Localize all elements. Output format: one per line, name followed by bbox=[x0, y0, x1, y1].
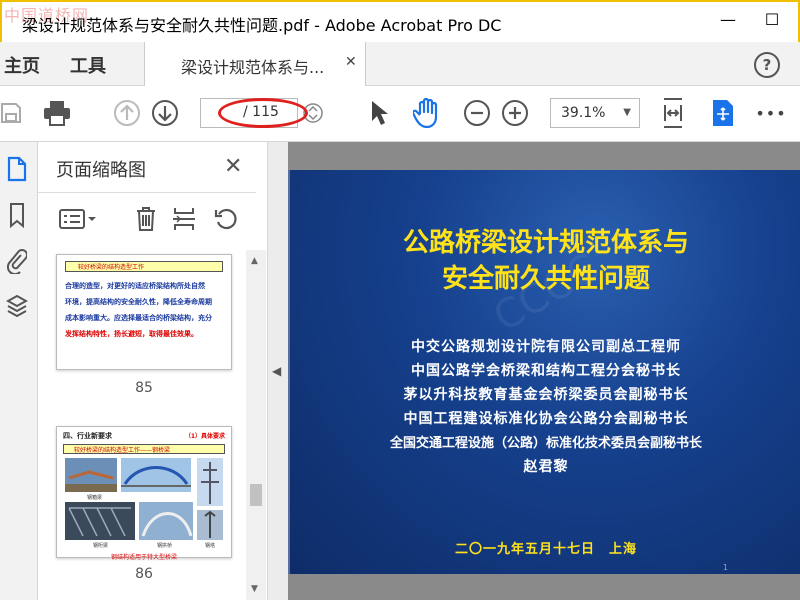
zoom-level-select[interactable]: 39.1% ▼ bbox=[550, 98, 640, 128]
thumbnail-options-icon[interactable] bbox=[56, 204, 100, 234]
bookmark-icon[interactable] bbox=[4, 200, 30, 230]
tab-document[interactable]: 梁设计规范体系与... ✕ bbox=[144, 42, 366, 86]
thumb-caption: 钢拱桥 bbox=[157, 543, 173, 549]
hand-tool-icon[interactable] bbox=[410, 96, 444, 130]
panel-divider bbox=[38, 192, 256, 193]
thumb-photo-grid: 钢箱梁 钢桁梁 钢拱桥 钢塔 bbox=[63, 458, 225, 550]
collapse-arrow-icon: ◀ bbox=[272, 364, 282, 378]
scroll-down-icon[interactable]: ▼ bbox=[251, 584, 258, 594]
slide-title-line-2: 安全耐久共性问题 bbox=[441, 264, 650, 294]
thumb-caption: 钢箱梁 bbox=[87, 495, 103, 501]
zoom-in-icon[interactable] bbox=[498, 96, 532, 130]
tab-close-icon[interactable]: ✕ bbox=[345, 54, 357, 70]
chevron-down-icon: ▼ bbox=[623, 107, 631, 118]
slide-author: 赵君黎 bbox=[523, 459, 569, 475]
next-page-icon[interactable] bbox=[148, 96, 182, 130]
more-tools-icon[interactable]: ••• bbox=[754, 96, 788, 130]
save-icon[interactable] bbox=[0, 96, 28, 130]
thumb-line-highlight: 发挥结构特性，扬长避短，取得最佳效果。 bbox=[65, 330, 198, 338]
thumbnail-page-number: 85 bbox=[135, 380, 153, 396]
thumb-line: 成本影响重大。应选择最适合的桥梁结构，充分 bbox=[65, 314, 212, 322]
document-view[interactable]: CCCC 公路桥梁设计规范体系与 安全耐久共性问题 中交公路规划设计院有限公司副… bbox=[288, 142, 800, 600]
thumb-footer: 钢结构适用于特大型桥梁 bbox=[110, 554, 177, 561]
select-cursor-icon[interactable] bbox=[362, 96, 396, 130]
thumbnail-page-number: 86 bbox=[135, 566, 153, 582]
panel-collapse-handle[interactable]: ◀ bbox=[268, 142, 288, 600]
menu-tools[interactable]: 工具 bbox=[70, 52, 106, 78]
slide-title-line-1: 公路桥梁设计规范体系与 bbox=[402, 228, 689, 258]
fit-page-icon[interactable] bbox=[656, 96, 690, 130]
thumb-caption: 钢桁梁 bbox=[93, 543, 109, 549]
slide-date: 二〇一九年五月十七日 上海 bbox=[454, 542, 637, 557]
slide-page-number: 1 bbox=[722, 563, 728, 572]
help-icon[interactable]: ? bbox=[754, 52, 780, 78]
attachment-icon[interactable] bbox=[4, 246, 30, 276]
zoom-level-value: 39.1% bbox=[561, 105, 606, 121]
bridge-photos-image bbox=[65, 458, 223, 540]
tab-document-label: 梁设计规范体系与... bbox=[181, 58, 325, 77]
previous-page-icon[interactable] bbox=[110, 96, 144, 130]
page-thumbnails-icon[interactable] bbox=[4, 154, 30, 184]
thumb-header: 较好桥梁的结构造型工作 bbox=[65, 261, 223, 272]
thumbnail-page-86[interactable]: 四、行业新要求 （1）具体要求 较好桥梁的结构造型工作——钢桥梁 钢箱梁 钢桁梁… bbox=[56, 426, 232, 561]
panel-close-icon[interactable]: ✕ bbox=[224, 154, 242, 179]
title-bar: 中国道桥网 梁设计规范体系与安全耐久共性问题.pdf - Adobe Acrob… bbox=[0, 0, 800, 42]
scan-enhance-icon[interactable] bbox=[706, 96, 740, 130]
menu-home[interactable]: 主页 bbox=[4, 52, 40, 78]
extract-page-icon[interactable] bbox=[170, 204, 198, 234]
slide-affiliation-line: 全国交通工程设施（公路）标准化技术委员会副秘书长 bbox=[389, 436, 702, 451]
thumb-header: 较好桥梁的结构造型工作——钢桥梁 bbox=[63, 444, 225, 454]
scroll-up-icon[interactable]: ▲ bbox=[251, 256, 258, 266]
thumb-caption: 钢塔 bbox=[205, 543, 216, 549]
thumb-line: 合理的造型，对更好的适应桥梁结构所处自然 bbox=[65, 282, 205, 290]
menu-tab-row: 主页 工具 梁设计规范体系与... ✕ ? bbox=[0, 42, 800, 86]
thumbnail-page-85[interactable]: 较好桥梁的结构造型工作 合理的造型，对更好的适应桥梁结构所处自然 环境，提高结构… bbox=[56, 254, 232, 370]
scrollbar-thumb[interactable] bbox=[250, 484, 262, 506]
minimize-button[interactable]: — bbox=[714, 10, 742, 34]
left-navigation-rail bbox=[0, 142, 38, 600]
slide-affiliation-line: 茅以升科技教育基金会桥梁委员会副秘书长 bbox=[403, 387, 689, 403]
print-icon[interactable] bbox=[40, 96, 74, 130]
maximize-button[interactable]: ☐ bbox=[758, 10, 786, 34]
annotation-ellipse bbox=[218, 98, 308, 128]
panel-title: 页面缩略图 bbox=[56, 160, 146, 181]
window-title: 梁设计规范体系与安全耐久共性问题.pdf - Adobe Acrobat Pro… bbox=[22, 16, 502, 35]
slide-affiliation-line: 中国公路学会桥梁和结构工程分会秘书长 bbox=[411, 363, 681, 379]
thumbnails-scrollbar[interactable]: ▲ ▼ bbox=[246, 250, 266, 600]
slide-affiliation-line: 中国工程建设标准化协会公路分会副秘书长 bbox=[403, 411, 689, 427]
thumb-section-title: 四、行业新要求 bbox=[63, 432, 112, 440]
pdf-page-slide: CCCC 公路桥梁设计规范体系与 安全耐久共性问题 中交公路规划设计院有限公司副… bbox=[288, 170, 800, 574]
delete-page-icon[interactable] bbox=[132, 204, 160, 234]
page-thumbnails-panel: 页面缩略图 ✕ 较好桥梁的结构造型工作 合理的造型，对更好的适应桥梁结构所处自然… bbox=[38, 142, 268, 600]
thumb-tag: （1）具体要求 bbox=[184, 433, 225, 440]
thumb-line: 环境，提高结构的安全耐久性，降低全寿命周期 bbox=[65, 298, 212, 306]
rotate-page-icon[interactable] bbox=[212, 204, 240, 234]
layers-icon[interactable] bbox=[4, 292, 30, 322]
toolbar: / 115 39.1% ▼ ••• bbox=[0, 86, 800, 142]
slide-affiliation-line: 中交公路规划设计院有限公司副总工程师 bbox=[411, 339, 681, 355]
zoom-out-icon[interactable] bbox=[460, 96, 494, 130]
